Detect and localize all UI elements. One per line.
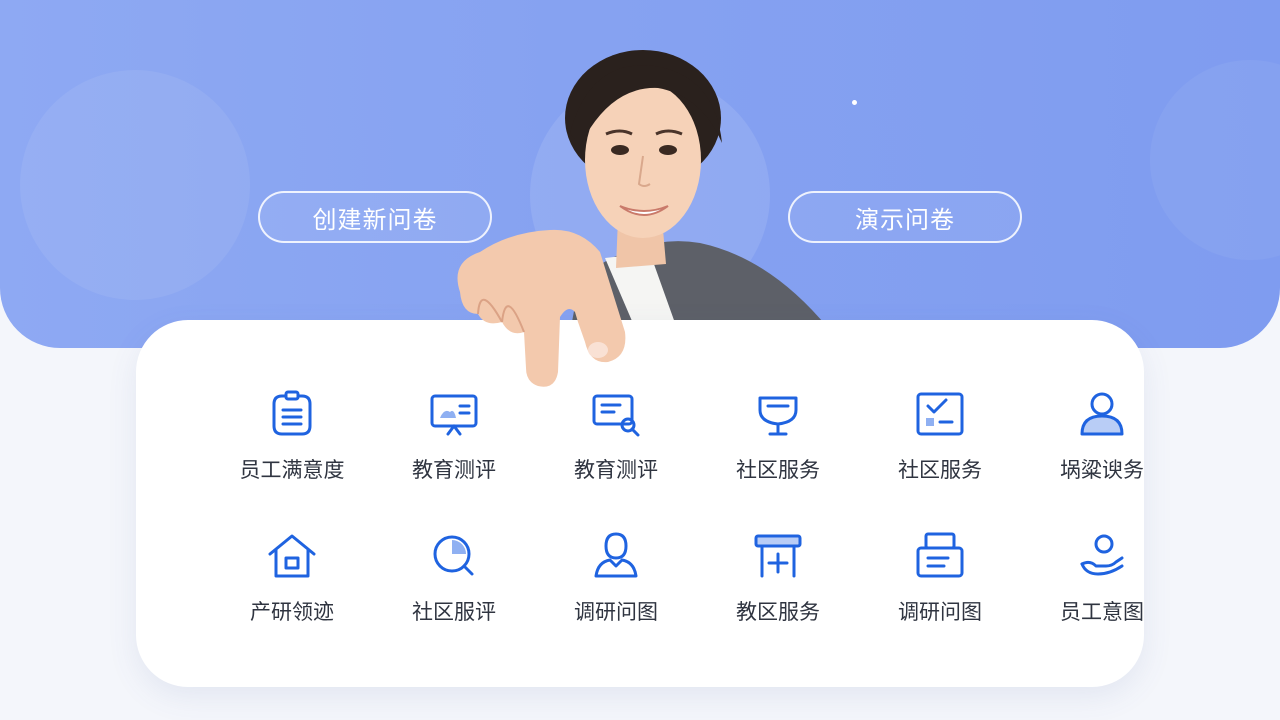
bokeh-circle (1150, 60, 1280, 260)
service-item-label: 埚粱谀务 (1060, 458, 1144, 482)
checkbox-form-icon (916, 392, 964, 436)
house-icon (268, 534, 316, 578)
service-item-label: 员工意图 (1060, 600, 1144, 624)
service-item-label: 员工满意度 (239, 458, 345, 482)
service-item-label: 教区服务 (736, 600, 820, 624)
hand-user-icon (1080, 534, 1124, 576)
service-item[interactable]: 教育测评 (535, 388, 697, 530)
service-grid: 员工满意度 教育测评 教育测评 社区服务 社区服务 埚粱谀务 产研领迹 社区服评… (211, 388, 1183, 672)
service-item-label: 调研问图 (574, 600, 658, 624)
service-item[interactable]: 调研问图 (859, 530, 1021, 672)
service-item-label: 产研领迹 (250, 600, 334, 624)
user-icon (1080, 392, 1124, 436)
service-item[interactable]: 调研问图 (535, 530, 697, 672)
service-item[interactable]: 社区服务 (859, 388, 1021, 530)
service-item-label: 教育测评 (574, 458, 658, 482)
board-plus-icon (754, 534, 802, 578)
person-bust-icon (594, 532, 638, 578)
pointing-hand-image (457, 229, 626, 387)
certificate-search-icon (592, 394, 640, 437)
service-item-label: 调研问图 (898, 600, 982, 624)
service-item[interactable]: 员工意图 (1021, 530, 1183, 672)
sparkle-dot (852, 100, 857, 105)
service-item[interactable]: 教区服务 (697, 530, 859, 672)
service-item[interactable]: 员工满意度 (211, 388, 373, 530)
demo-questionnaire-button[interactable]: 演示问卷 (788, 191, 1022, 243)
document-tray-icon (916, 532, 964, 578)
service-item-label: 社区服务 (736, 458, 820, 482)
service-item[interactable]: 教育测评 (373, 388, 535, 530)
magnifier-icon (433, 535, 474, 576)
service-item[interactable]: 产研领迹 (211, 530, 373, 672)
hero-banner: 创建新问卷 演示问卷 (0, 0, 1280, 348)
service-panel: 员工满意度 教育测评 教育测评 社区服务 社区服务 埚粱谀务 产研领迹 社区服评… (136, 320, 1144, 687)
shield-stand-icon (758, 396, 798, 436)
service-item-label: 社区服务 (898, 458, 982, 482)
service-item[interactable]: 社区服评 (373, 530, 535, 672)
service-item[interactable]: 社区服务 (697, 388, 859, 530)
service-item-label: 社区服评 (412, 600, 496, 624)
bokeh-circle (20, 70, 250, 300)
service-item[interactable]: 埚粱谀务 (1021, 388, 1183, 530)
service-item-label: 教育测评 (412, 458, 496, 482)
presentation-board-icon (430, 394, 478, 436)
clipboard-icon (272, 390, 312, 436)
